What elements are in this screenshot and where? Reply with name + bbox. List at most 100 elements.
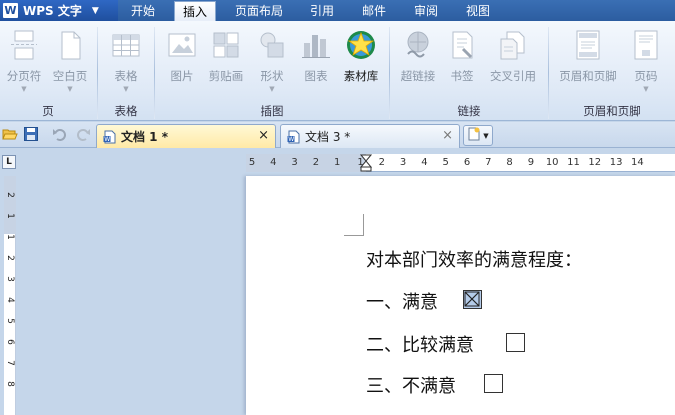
wps-window: W WPS 文字 ▼ 开始 插入 页面布局 引用 邮件 审阅 视图 分页符 ▼ …: [0, 0, 675, 415]
checkbox-unchecked[interactable]: [506, 333, 525, 352]
cross-reference-button[interactable]: 交叉引用: [486, 27, 540, 97]
document-icon: W: [103, 130, 117, 144]
ruler-number: 12: [588, 157, 602, 168]
bookmark-button[interactable]: 书签: [444, 27, 480, 97]
question-line[interactable]: 对本部门效率的满意程度：: [366, 246, 582, 272]
option-line-3[interactable]: 三、不满意: [366, 372, 456, 398]
tab-label: 审阅: [413, 4, 438, 18]
ruler-number: 6: [463, 157, 471, 168]
ruler-number: 1: [5, 234, 15, 240]
chart-icon: [300, 29, 332, 61]
tab-label: 插入: [182, 5, 207, 19]
checkbox-checked[interactable]: [463, 290, 482, 309]
header-footer-button[interactable]: 页眉和页脚: [556, 27, 620, 97]
option-line-2[interactable]: 二、比较满意: [366, 331, 474, 357]
app-menu-button[interactable]: W WPS 文字 ▼: [0, 0, 118, 21]
cross-reference-icon: [497, 29, 529, 61]
chevron-down-icon: ▼: [483, 131, 489, 140]
material-library-icon: [345, 29, 377, 61]
new-document-icon: [467, 127, 481, 144]
document-tab-label: 文档 1 *: [121, 130, 168, 144]
margin-corner-mark: [344, 214, 364, 236]
ruler-margin-left: [246, 154, 366, 172]
hyperlink-button[interactable]: 超链接: [396, 27, 440, 97]
ruler-number: 3: [399, 157, 407, 168]
ruler-number: 2: [5, 192, 15, 198]
vertical-ruler[interactable]: 2 1 1 2 3 4 5 6 7 8: [4, 176, 16, 415]
picture-button[interactable]: 图片: [162, 27, 202, 97]
shapes-button[interactable]: 形状 ▼: [252, 27, 292, 97]
button-label: 页码: [634, 69, 658, 83]
tab-review[interactable]: 审阅: [404, 0, 448, 21]
ruler-number: 8: [506, 157, 513, 168]
document-tab-label: 文档 3 *: [305, 130, 351, 144]
option-line-1[interactable]: 一、满意: [366, 288, 438, 314]
clipart-button[interactable]: 剪贴画: [205, 27, 247, 97]
button-label: 分页符: [6, 69, 42, 83]
redo-icon[interactable]: [75, 126, 91, 142]
indent-marker-icon[interactable]: [360, 154, 372, 172]
tab-label: 邮件: [361, 4, 386, 18]
group-label-illustrations: 插图: [260, 104, 284, 118]
button-label: 交叉引用: [490, 69, 536, 83]
save-icon[interactable]: [23, 126, 39, 142]
button-label: 书签: [450, 69, 474, 83]
ruler-number: 5: [5, 318, 15, 324]
chevron-down-icon: ▼: [269, 85, 275, 93]
page-break-button[interactable]: 分页符 ▼: [4, 27, 44, 97]
undo-icon[interactable]: [52, 126, 68, 142]
button-label: 空白页: [52, 69, 88, 83]
menu-bar: W WPS 文字 ▼ 开始 插入 页面布局 引用 邮件 审阅 视图: [0, 0, 675, 21]
page-number-button[interactable]: 页码 ▼: [628, 27, 664, 97]
header-footer-icon: [572, 29, 604, 61]
tab-mailings[interactable]: 邮件: [352, 0, 396, 21]
svg-text:W: W: [288, 136, 294, 143]
clipart-icon: [210, 29, 242, 61]
chart-button[interactable]: 图表: [296, 27, 336, 97]
blank-page-button[interactable]: 空白页 ▼: [50, 27, 90, 97]
checkbox-unchecked[interactable]: [484, 374, 503, 393]
tab-insert[interactable]: 插入: [174, 1, 216, 21]
document-tab-1[interactable]: W 文档 1 * ×: [96, 124, 276, 148]
button-label: 超链接: [400, 69, 436, 83]
horizontal-ruler[interactable]: 5 4 3 2 1 1 2 3 4 5 6 7 8 9 10 11 12 13 14: [246, 154, 675, 172]
ruler-number: 7: [485, 157, 492, 168]
material-library-button[interactable]: 素材库: [340, 27, 382, 97]
ruler-number: 4: [421, 157, 428, 168]
new-document-button[interactable]: ▼: [463, 125, 493, 146]
document-tab-bar: W 文档 1 * × W 文档 3 * × ▼: [0, 122, 675, 148]
button-label: 表格: [114, 69, 138, 83]
tab-references[interactable]: 引用: [300, 0, 344, 21]
ruler-number: 11: [567, 157, 580, 168]
close-icon[interactable]: ×: [258, 128, 269, 143]
button-label: 图表: [304, 69, 328, 83]
open-folder-icon[interactable]: [2, 126, 18, 142]
ruler-number: 2: [378, 157, 385, 168]
tab-page-layout[interactable]: 页面布局: [224, 0, 294, 21]
document-page[interactable]: 对本部门效率的满意程度： 一、满意 二、比较满意 三、不满意: [246, 176, 675, 415]
tab-home[interactable]: 开始: [118, 0, 168, 21]
chevron-down-icon: ▼: [123, 85, 129, 93]
group-label-links: 链接: [457, 104, 481, 118]
tab-stop-selector[interactable]: L: [2, 155, 16, 169]
tab-view[interactable]: 视图: [456, 0, 500, 21]
blank-page-icon: [54, 29, 86, 61]
ruler-number: 5: [248, 157, 256, 168]
ruler-number: 6: [5, 339, 15, 345]
table-button[interactable]: 表格 ▼: [106, 27, 146, 97]
shapes-icon: [256, 29, 288, 61]
ruler-number: 2: [312, 157, 320, 168]
ruler-number: 1: [334, 157, 341, 168]
ruler-number: 13: [609, 157, 623, 168]
document-tab-3[interactable]: W 文档 3 * ×: [280, 124, 460, 148]
ruler-number: 9: [527, 157, 535, 168]
question-text: 对本部门效率的满意程度：: [366, 250, 582, 271]
close-icon[interactable]: ×: [442, 128, 453, 143]
svg-text:W: W: [104, 136, 110, 143]
ruler-number: 2: [5, 255, 15, 261]
chevron-down-icon: ▼: [67, 85, 73, 93]
page-break-icon: [8, 29, 40, 61]
ribbon: 分页符 ▼ 空白页 ▼ 表格 ▼ 图片 剪贴画 形状 ▼ 图表 素材库 超链接 …: [0, 21, 675, 121]
hyperlink-icon: [402, 29, 434, 61]
ruler-number: 4: [5, 297, 15, 303]
